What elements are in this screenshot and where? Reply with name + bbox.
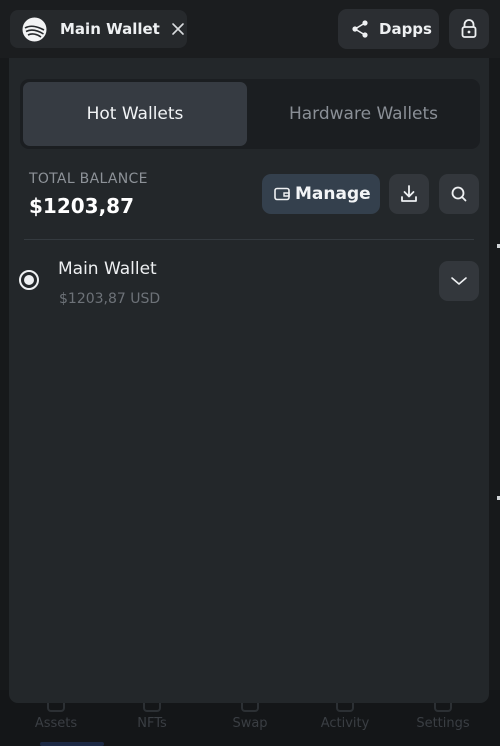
wallet-balance: $1203,87 USD: [59, 291, 161, 307]
chevron-down-icon: [451, 277, 467, 285]
tab-hardware-wallets[interactable]: Hardware Wallets: [250, 82, 477, 146]
wallet-icon: [274, 187, 290, 201]
nav-item-activity[interactable]: Activity: [321, 716, 370, 731]
expand-wallet-button[interactable]: [439, 261, 479, 301]
download-icon: [401, 185, 417, 202]
nav-item-settings[interactable]: Settings: [416, 716, 469, 731]
dapps-label: Dapps: [379, 20, 432, 38]
wallet-list-item[interactable]: Main Wallet $1203,87 USD: [9, 248, 489, 318]
search-icon: [451, 186, 467, 202]
divider: [24, 239, 474, 240]
active-nav-indicator: [40, 742, 104, 746]
share-icon: [352, 20, 368, 38]
app-logo-icon: [22, 17, 47, 42]
wallet-panel: Hot Wallets Hardware Wallets TOTAL BALAN…: [9, 58, 489, 703]
wallet-selector-chip[interactable]: Main Wallet: [10, 10, 187, 48]
nav-item-assets[interactable]: Assets: [35, 716, 77, 731]
close-icon[interactable]: [171, 22, 185, 36]
wallet-name: Main Wallet: [58, 259, 157, 279]
top-bar: Main Wallet Dapps: [0, 0, 500, 58]
manage-label: Manage: [295, 184, 371, 204]
total-balance-label: TOTAL BALANCE: [29, 171, 148, 187]
total-balance-value: $1203,87: [29, 194, 135, 218]
tab-hot-wallets[interactable]: Hot Wallets: [23, 82, 247, 146]
search-button[interactable]: [439, 174, 479, 214]
wallet-type-tabs: Hot Wallets Hardware Wallets: [20, 79, 480, 149]
lock-button[interactable]: [449, 9, 489, 49]
wallet-chip-label: Main Wallet: [60, 20, 160, 38]
wallet-selected-radio[interactable]: [19, 270, 39, 290]
nav-item-swap[interactable]: Swap: [232, 716, 267, 731]
nav-item-nfts[interactable]: NFTs: [137, 716, 167, 731]
download-button[interactable]: [389, 174, 429, 214]
lock-icon: [461, 19, 477, 38]
dapps-button[interactable]: Dapps: [338, 9, 439, 49]
manage-button[interactable]: Manage: [262, 174, 380, 214]
